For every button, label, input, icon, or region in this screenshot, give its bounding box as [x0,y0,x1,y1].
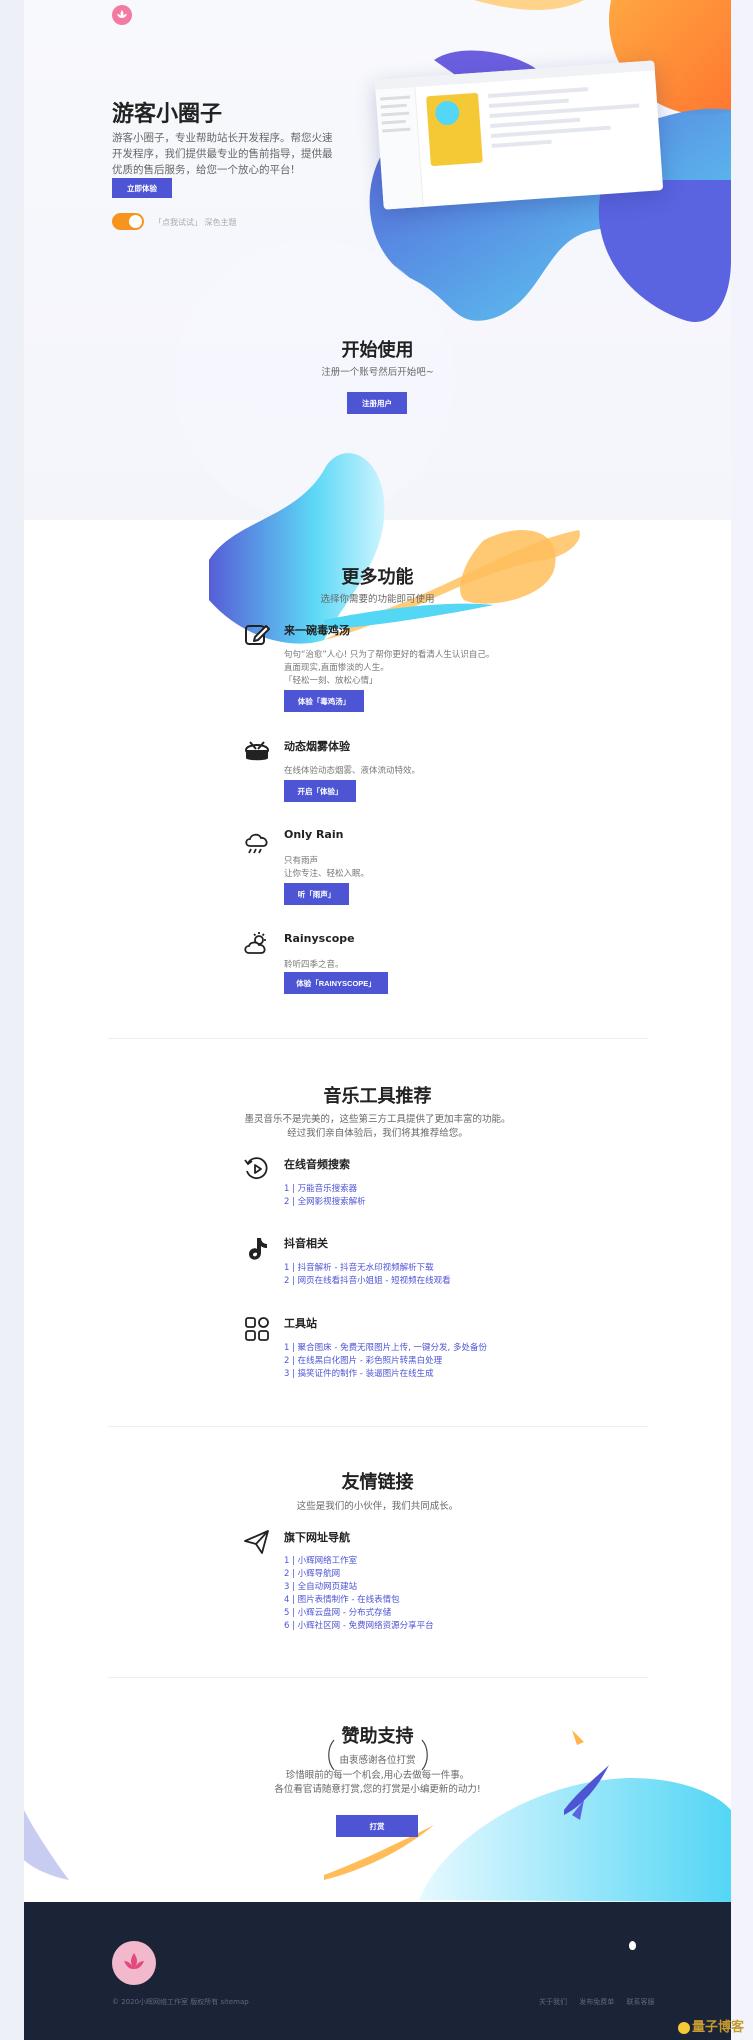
cloud-sun-icon [244,932,266,954]
section-divider [108,1038,648,1039]
music-group-title: 抖音相关 [284,1237,328,1250]
quote-brackets-icon [328,1739,428,1771]
friend-link[interactable]: 6 | 小辉社区网 - 免费网络资源分享平台 [284,1620,434,1633]
music-search-icon [244,1157,268,1180]
footer-bell-icon[interactable] [629,1941,636,1950]
footer-copyright: © 2020小辉网络工作室 版权所有 sitemap [112,1998,249,2006]
donate-text: 珍惜眼前的每一个机会,用心去做每一件事。 各位看官请随意打赏,您的打赏是小编更新… [274,1770,481,1795]
theme-toggle-label: 「点我试试」 深色主题 [154,218,237,227]
footer-link[interactable]: 发布免费单 [579,1998,614,2006]
music-link[interactable]: 3 | 搞笑证件的制作 - 装逼图片在线生成 [284,1368,434,1381]
feature-title: Rainyscope [284,932,355,945]
feature-description: 只有雨声 让你专注、轻松入眠。 [284,856,370,879]
friends-group-title: 旗下网址导航 [284,1531,350,1544]
drum-icon [245,741,269,761]
friend-link[interactable]: 2 | 小辉导航网 [284,1568,340,1581]
friend-link[interactable]: 5 | 小辉云盘网 - 分布式存储 [284,1607,391,1620]
app-preview-image [374,60,664,210]
features-title: 更多功能 [341,567,414,588]
toggle-knob [129,215,142,228]
music-title: 音乐工具推荐 [323,1086,432,1107]
music-link[interactable]: 1 | 抖音解析 - 抖音无水印视频解析下载 [284,1262,434,1275]
feature-description: 聆听四季之音。 [284,960,344,970]
friend-link[interactable]: 3 | 全自动网页建站 [284,1581,357,1594]
feature-title: 来一碗毒鸡汤 [284,624,350,637]
music-link[interactable]: 2 | 在线黑白化图片 - 彩色照片转黑白处理 [284,1355,442,1368]
watermark: 量子博客 [678,2016,744,2035]
music-subtitle: 墨灵音乐不是完美的，这些第三方工具提供了更加丰富的功能。 经过我们亲自体验后，我… [244,1114,511,1139]
section-divider [108,1677,648,1678]
music-link[interactable]: 1 | 聚合图床 - 免费无限图片上传, 一键分发, 多处备份 [284,1342,487,1355]
music-link[interactable]: 2 | 网页在线看抖音小姐姐 - 短视频在线观看 [284,1275,451,1288]
footer-link[interactable]: 关于我们 [539,1998,567,2006]
apps-icon [245,1317,269,1341]
feature-description: 在线体验动态烟雾、液体流动特效。 [284,766,421,776]
start-subtitle: 注册一个账号然后开始吧~ [321,367,434,378]
feature-button-rain[interactable]: 听「雨声」 [284,883,349,905]
donate-button[interactable]: 打赏 [336,1815,418,1837]
rain-cloud-icon [245,833,268,854]
footer-link[interactable]: 联系客服 [626,1998,654,2006]
friends-title: 友情链接 [341,1472,414,1493]
theme-toggle[interactable] [112,213,144,230]
friend-link[interactable]: 1 | 小辉网络工作室 [284,1555,357,1568]
feature-title: Only Rain [284,828,344,841]
features-subtitle: 选择你需要的功能即可使用 [320,594,435,605]
edit-icon [245,625,270,645]
feature-description: 句句“治愈”人心! 只为了帮你更好的看清人生认识自己。 直面现实,直面惨淡的人生… [284,650,495,686]
right-margin [731,0,753,2040]
start-title: 开始使用 [341,340,414,361]
hero-description: 游客小圈子，专业帮助站长开发程序。帮您火速开发程序，我们提供最专业的售前指导，提… [112,132,333,176]
music-link[interactable]: 2 | 全网影视搜索解析 [284,1196,366,1209]
footer-logo-icon[interactable] [112,1941,156,1985]
register-button[interactable]: 注册用户 [347,392,407,414]
friends-subtitle: 这些是我们的小伙伴，我们共同成长。 [296,1501,459,1512]
try-now-button[interactable]: 立即体验 [112,178,172,198]
hero-title: 游客小圈子 [112,102,223,127]
footer-links: 关于我们 发布免费单 联系客服 [529,1997,654,2007]
music-group-title: 工具站 [284,1317,317,1330]
feature-button-smoke[interactable]: 开启「体验」 [284,780,356,802]
page: 游客小圈子 游客小圈子，专业帮助站长开发程序。帮您火速开发程序，我们提供最专业的… [24,0,731,2040]
music-link[interactable]: 1 | 万能音乐搜索器 [284,1183,357,1196]
paper-plane-icon [244,1530,269,1554]
music-group-title: 在线音频搜索 [284,1158,350,1171]
feature-button-soup[interactable]: 体验「毒鸡汤」 [284,690,364,712]
feature-button-rainyscope[interactable]: 体验「RAINYSCOPE」 [284,972,388,994]
section-divider [108,1426,648,1427]
tiktok-icon [249,1238,267,1260]
logo-icon[interactable] [112,5,132,25]
friend-link[interactable]: 4 | 图片表情制作 - 在线表情包 [284,1594,400,1607]
watermark-icon [678,2021,690,2034]
feature-title: 动态烟雾体验 [284,740,350,753]
